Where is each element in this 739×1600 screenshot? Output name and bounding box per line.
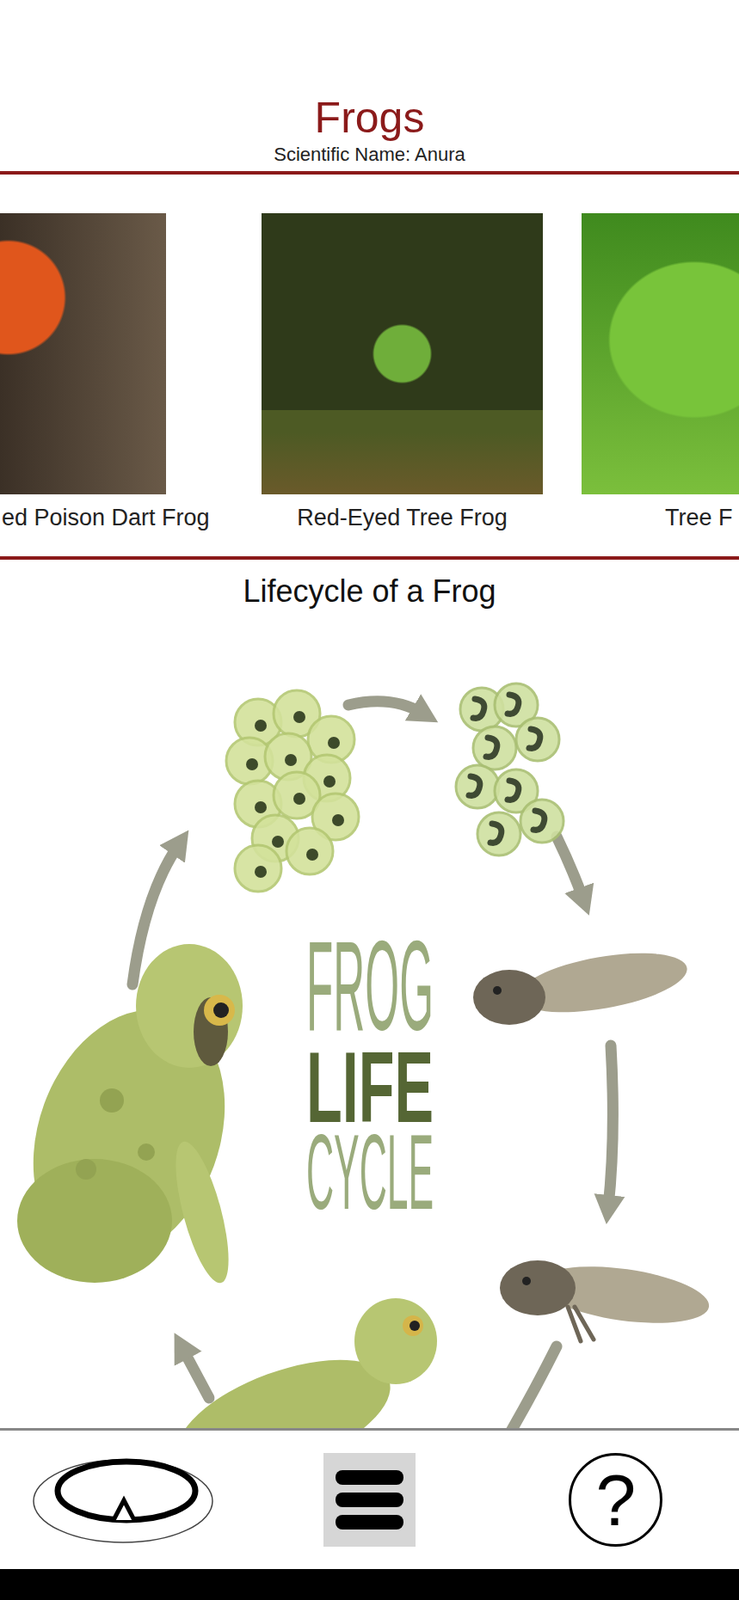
help-button[interactable]: ? (568, 1453, 663, 1548)
system-bar (0, 1570, 739, 1600)
bottom-nav: ? (0, 1428, 739, 1571)
diagram-title: FROGLIFECYCLE (306, 915, 434, 1232)
gallery-card[interactable]: ed Poison Dart Frog (0, 213, 167, 533)
menu-button[interactable] (323, 1453, 416, 1548)
adult-frog-icon (0, 944, 259, 1289)
frog-photo (0, 213, 167, 495)
logo-button[interactable] (31, 1453, 216, 1548)
photo-caption: ed Poison Dart Frog (0, 503, 167, 533)
scientific-name: Scientific Name: Anura (0, 142, 739, 167)
froglet-icon (162, 1299, 438, 1429)
tadpole-icon (473, 942, 692, 1026)
gallery-card[interactable]: Tree F (581, 213, 739, 533)
lifecycle-heading: Lifecycle of a Frog (0, 572, 739, 611)
logo-icon (31, 1453, 216, 1548)
menu-icon (323, 1453, 416, 1548)
photo-caption: Tree F (581, 503, 739, 533)
photo-gallery[interactable]: ed Poison Dart Frog Red-Eyed Tree Frog T… (0, 174, 739, 561)
cycle-arrows (132, 702, 613, 1429)
help-icon: ? (568, 1453, 663, 1548)
embryo-icon (455, 683, 564, 857)
tadpole-legs-icon (499, 1257, 713, 1343)
egg-cluster-icon (226, 690, 359, 893)
page-header: Frogs Scientific Name: Anura (0, 0, 739, 175)
frog-photo (261, 213, 543, 495)
gallery-card[interactable]: Red-Eyed Tree Frog (261, 213, 543, 533)
diagram-title-line: CYCLE (306, 1113, 434, 1232)
frog-photo (581, 213, 739, 495)
app-screen: Frogs Scientific Name: Anura ed Poison D… (0, 0, 739, 1600)
lifecycle-diagram: FROGLIFECYCLE (0, 610, 739, 1429)
photo-caption: Red-Eyed Tree Frog (261, 503, 543, 533)
page-title: Frogs (0, 92, 739, 143)
